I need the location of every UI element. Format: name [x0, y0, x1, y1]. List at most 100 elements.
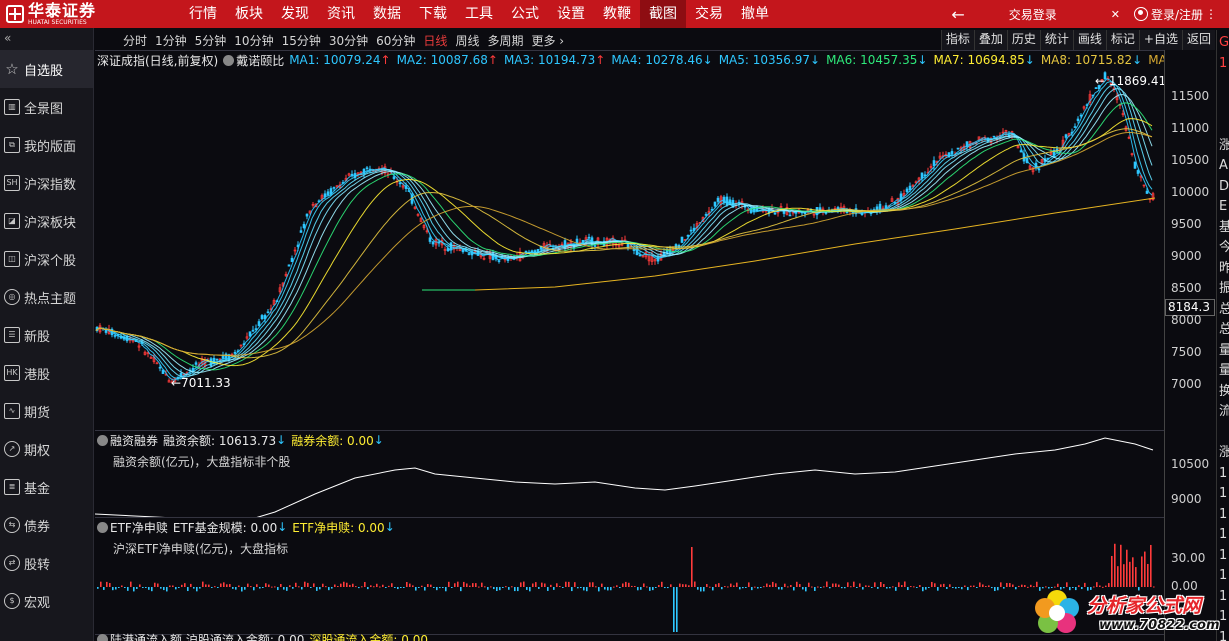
etf-flow-bar: [766, 583, 768, 587]
etf-flow-bar: [799, 584, 801, 587]
sidebar-item[interactable]: ◪ 沪深板块: [0, 202, 93, 240]
sidebar-item[interactable]: ⇄ 股转: [0, 544, 93, 582]
etf-flow-bar: [511, 586, 513, 588]
sidebar-item[interactable]: ⇆ 债券: [0, 506, 93, 544]
toolbar-button[interactable]: 标记: [1105, 30, 1139, 50]
etf-flow-bar: [640, 587, 642, 590]
period-tab[interactable]: 分时: [119, 32, 151, 49]
etf-flow-bar: [337, 586, 339, 588]
toolbar-button[interactable]: 画线: [1072, 30, 1106, 50]
pane2-indicator-name[interactable]: 融资融券: [110, 432, 158, 449]
menu-item[interactable]: 教鞭: [594, 0, 640, 28]
sidebar-item[interactable]: ◎ 热点主题: [0, 278, 93, 316]
pane3-settings-icon[interactable]: [97, 521, 108, 533]
sidebar-item[interactable]: SH 沪深指数: [0, 164, 93, 202]
candle-body: [299, 230, 303, 233]
etf-flow-bar: [364, 582, 366, 587]
etf-flow-bar: [877, 587, 879, 589]
candle-body: [158, 366, 162, 369]
etf-flow-bar: [466, 583, 468, 587]
menu-item[interactable]: 设置: [548, 0, 594, 28]
menu-item[interactable]: 截图: [640, 0, 686, 28]
etf-flow-bar: [832, 583, 834, 587]
period-tab[interactable]: 多周期: [483, 32, 527, 49]
etf-flow-bar: [955, 587, 957, 589]
main-chart-pane[interactable]: ← 11869.41 ←7011.33 深证成指(日线,前复权) 戴诺颐比 MA1…: [95, 50, 1184, 401]
menu-item[interactable]: 工具: [456, 0, 502, 28]
etf-flow-bar: [967, 587, 969, 591]
period-tab[interactable]: 5分钟: [191, 32, 231, 49]
period-tab[interactable]: 15分钟: [278, 32, 325, 49]
etf-flow-bar: [151, 587, 153, 592]
pane2-settings-icon[interactable]: [97, 434, 108, 446]
etf-flow-bar: [100, 581, 102, 587]
sidebar-item[interactable]: ☰ 新股: [0, 316, 93, 354]
sidebar-item[interactable]: ≣ 基金: [0, 468, 93, 506]
sidebar-collapse-icon[interactable]: «: [0, 28, 93, 50]
etf-flow-bar: [316, 587, 318, 591]
etf-flow-bar: [805, 587, 807, 592]
etf-flow-bar: [391, 583, 393, 587]
candle-body: [1136, 170, 1140, 174]
period-tab[interactable]: 日线: [419, 32, 451, 49]
etf-flow-bar: [1147, 563, 1149, 587]
etf-flow-bar: [691, 547, 693, 587]
margin-trading-pane[interactable]: 融资融券 融资余额: 10613.73 ↓ 融券余额: 0.00 ↓ 融资余额(…: [95, 430, 1164, 517]
sidebar-item[interactable]: ∿ 期货: [0, 392, 93, 430]
etf-flow-bar: [574, 582, 576, 587]
period-tab[interactable]: 10分钟: [230, 32, 277, 49]
user-login-register[interactable]: 登录/注册 ⋮: [1133, 6, 1217, 23]
toolbar-button[interactable]: 指标: [940, 30, 974, 50]
sidebar-item[interactable]: ☆ 自选股: [0, 50, 93, 88]
menu-item[interactable]: 板块: [226, 0, 272, 28]
sidebar-item[interactable]: ⧉ 我的版面: [0, 126, 93, 164]
period-tab[interactable]: 60分钟: [372, 32, 419, 49]
etf-flow-bar: [571, 587, 573, 592]
toolbar-button[interactable]: 统计: [1039, 30, 1073, 50]
indicator-name[interactable]: 戴诺颐比: [236, 52, 284, 69]
indicator-settings-icon[interactable]: [223, 54, 235, 66]
menu-item[interactable]: 公式: [502, 0, 548, 28]
menu-item[interactable]: 发现: [272, 0, 318, 28]
sidebar-item[interactable]: ↗ 期权: [0, 430, 93, 468]
etf-flow-pane[interactable]: ETF净申赎 ETF基金规模: 0.00 ↓ ETF净申赎: 0.00 ↓ 沪深…: [95, 517, 1164, 634]
toolbar-button[interactable]: 叠加: [973, 30, 1007, 50]
kline-chart[interactable]: ← 11869.41 ←7011.33: [95, 51, 1164, 401]
period-tab[interactable]: 更多 ›: [527, 32, 568, 49]
etf-flow-bar: [136, 587, 138, 589]
etf-flow-bar: [946, 587, 948, 589]
menu-item[interactable]: 行情: [180, 0, 226, 28]
etf-flow-bar: [1003, 587, 1005, 589]
pane3-indicator-name[interactable]: ETF净申赎: [110, 519, 168, 536]
period-tab[interactable]: 1分钟: [151, 32, 191, 49]
period-tab[interactable]: 周线: [451, 32, 483, 49]
close-icon[interactable]: ✕: [1111, 8, 1120, 21]
securities-lending-arrow: ↓: [373, 433, 384, 447]
more-menu-icon[interactable]: ⋮: [1205, 7, 1217, 21]
etf-flow-bar: [235, 587, 237, 590]
toolbar-button[interactable]: 返回: [1181, 30, 1215, 50]
menu-item[interactable]: 下载: [410, 0, 456, 28]
menu-item[interactable]: 撤单: [732, 0, 778, 28]
sidebar-item[interactable]: HK 港股: [0, 354, 93, 392]
etf-flow-bar: [154, 582, 156, 587]
back-arrow-icon[interactable]: ←: [951, 5, 964, 24]
period-tab[interactable]: 30分钟: [325, 32, 372, 49]
etf-flow-bar: [508, 587, 510, 590]
huatai-logo[interactable]: 华泰证券 HUATAI SECURITIES: [0, 0, 118, 28]
trade-login-button[interactable]: 交易登录: [1009, 6, 1057, 23]
menu-item[interactable]: 交易: [686, 0, 732, 28]
candle-body: [905, 188, 909, 193]
etf-flow-bar: [760, 587, 762, 588]
pane4-settings-icon[interactable]: [97, 633, 108, 641]
menu-item[interactable]: 数据: [364, 0, 410, 28]
sidebar-item[interactable]: $ 宏观: [0, 582, 93, 620]
sidebar-item[interactable]: ▥ 全景图: [0, 88, 93, 126]
etf-flow-bar: [685, 584, 687, 587]
toolbar-button[interactable]: 历史: [1006, 30, 1040, 50]
sidebar-item[interactable]: ◫ 沪深个股: [0, 240, 93, 278]
connect-flow-pane[interactable]: 陆港通流入额 沪股通流入金额: 0.00 深股通流入金额: 0.00: [95, 633, 1164, 641]
menu-item[interactable]: 资讯: [318, 0, 364, 28]
price-tick-label: 7500: [1171, 345, 1202, 359]
toolbar-button[interactable]: +自选: [1138, 30, 1182, 50]
